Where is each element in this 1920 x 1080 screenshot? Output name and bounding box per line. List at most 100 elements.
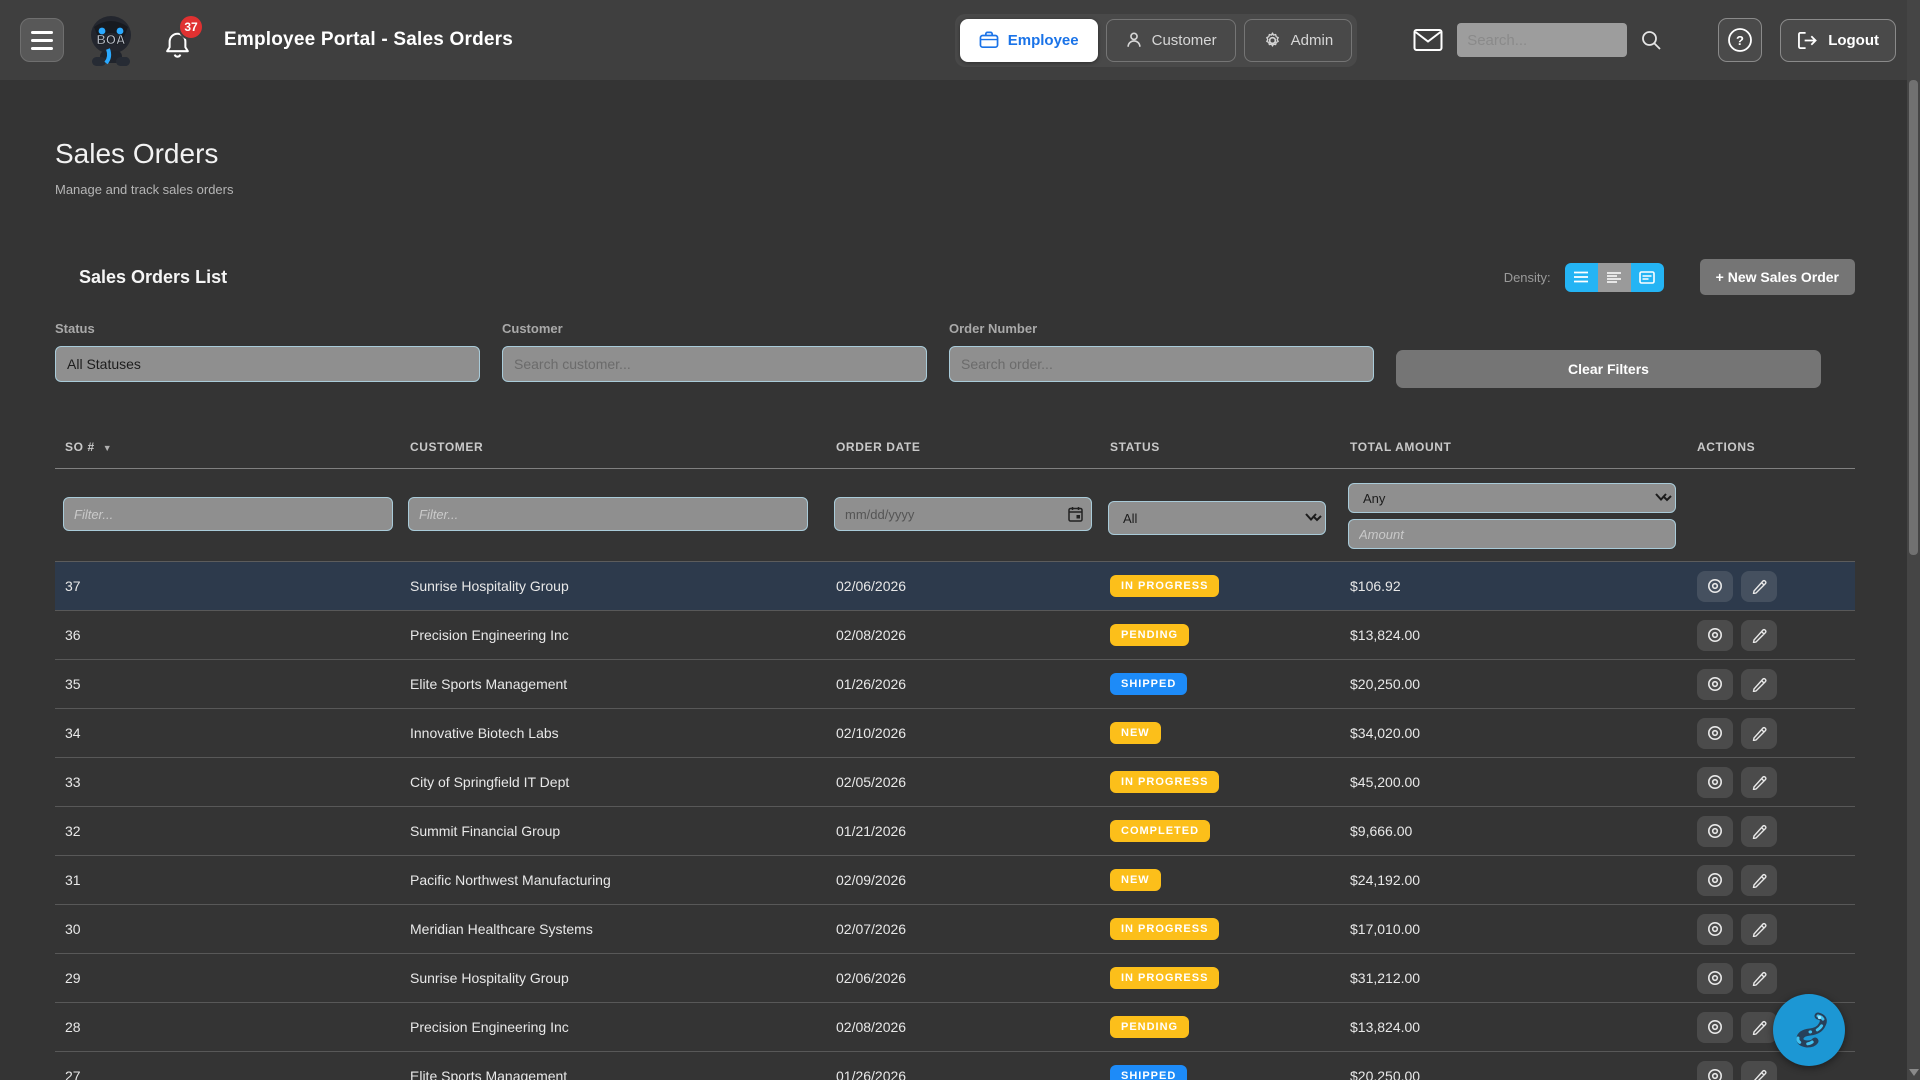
assistant-chat-fab[interactable] [1773,994,1845,1066]
density-compact-button[interactable] [1598,263,1631,292]
table-row[interactable]: 36Precision Engineering Inc02/08/2026PEN… [55,611,1855,660]
density-comfortable-button[interactable] [1565,263,1598,292]
amount-column-filter-input[interactable] [1348,519,1676,549]
view-order-button[interactable] [1697,963,1733,994]
clear-filters-button[interactable]: Clear Filters [1396,350,1821,388]
help-icon: ? [1727,27,1753,53]
view-icon [1706,921,1724,937]
cell-actions [1687,718,1855,749]
edit-icon [1751,921,1767,937]
table-row[interactable]: 28Precision Engineering Inc02/08/2026PEN… [55,1003,1855,1052]
status-filter-select[interactable]: All Statuses [55,346,480,382]
status-badge: SHIPPED [1110,673,1187,695]
edit-order-button[interactable] [1741,816,1777,847]
nav-tab-label: Admin [1291,32,1334,49]
cell-total-amount: $34,020.00 [1340,725,1687,741]
view-order-button[interactable] [1697,669,1733,700]
view-icon [1706,676,1724,692]
edit-order-button[interactable] [1741,767,1777,798]
cell-status: IN PROGRESS [1100,771,1340,793]
view-icon [1706,1019,1724,1035]
edit-order-button[interactable] [1741,914,1777,945]
table-row[interactable]: 34Innovative Biotech Labs02/10/2026NEW$3… [55,709,1855,758]
view-icon [1706,823,1724,839]
status-badge: COMPLETED [1110,820,1210,842]
notifications-bell[interactable]: 37 [164,18,198,62]
column-header-status[interactable]: STATUS [1100,440,1340,454]
amount-operator-filter-select[interactable]: Any [1348,483,1676,513]
cell-actions [1687,767,1855,798]
column-header-customer[interactable]: CUSTOMER [400,440,826,454]
cell-total-amount: $9,666.00 [1340,823,1687,839]
nav-tab-admin[interactable]: Admin [1244,19,1353,62]
table-filter-row: All Any [55,469,1855,562]
edit-order-button[interactable] [1741,963,1777,994]
cell-status: PENDING [1100,624,1340,646]
cell-order-date: 01/26/2026 [826,1068,1100,1080]
list-section-title: Sales Orders List [79,267,227,288]
edit-order-button[interactable] [1741,718,1777,749]
view-icon [1706,627,1724,643]
edit-order-button[interactable] [1741,865,1777,896]
view-order-button[interactable] [1697,1061,1733,1080]
nav-tab-customer[interactable]: Customer [1106,19,1236,62]
cell-status: SHIPPED [1100,1065,1340,1080]
table-row[interactable]: 29Sunrise Hospitality Group02/06/2026IN … [55,954,1855,1003]
order-number-filter-input[interactable] [949,346,1374,382]
edit-order-button[interactable] [1741,1061,1777,1080]
cell-customer: Elite Sports Management [400,676,826,692]
status-column-filter-select[interactable]: All [1108,501,1326,535]
cell-order-date: 01/26/2026 [826,676,1100,692]
cell-total-amount: $45,200.00 [1340,774,1687,790]
hamburger-menu-button[interactable] [20,18,64,62]
nav-tab-label: Customer [1152,32,1217,49]
table-row[interactable]: 31Pacific Northwest Manufacturing02/09/2… [55,856,1855,905]
cell-status: IN PROGRESS [1100,575,1340,597]
scrollbar-down-arrow[interactable] [1909,1069,1919,1076]
nav-tab-employee[interactable]: Employee [960,19,1098,62]
column-header-total-amount[interactable]: TOTAL AMOUNT [1340,440,1687,454]
customer-filter-input[interactable] [502,346,927,382]
table-row[interactable]: 32Summit Financial Group01/21/2026COMPLE… [55,807,1855,856]
cell-so-number: 37 [55,578,400,594]
table-row[interactable]: 27Elite Sports Management01/26/2026SHIPP… [55,1052,1855,1080]
global-search-input[interactable] [1457,23,1627,57]
view-order-button[interactable] [1697,914,1733,945]
help-button[interactable]: ? [1718,18,1762,62]
new-sales-order-button[interactable]: + New Sales Order [1700,259,1855,295]
edit-order-button[interactable] [1741,669,1777,700]
table-row[interactable]: 33City of Springfield IT Dept02/05/2026I… [55,758,1855,807]
customer-column-filter-input[interactable] [408,497,808,531]
view-order-button[interactable] [1697,767,1733,798]
density-card-button[interactable] [1631,263,1664,292]
status-badge: PENDING [1110,1016,1189,1038]
edit-order-button[interactable] [1741,1012,1777,1043]
table-row[interactable]: 35Elite Sports Management01/26/2026SHIPP… [55,660,1855,709]
view-order-button[interactable] [1697,718,1733,749]
cell-so-number: 34 [55,725,400,741]
table-row[interactable]: 30Meridian Healthcare Systems02/07/2026I… [55,905,1855,954]
table-row[interactable]: 37Sunrise Hospitality Group02/06/2026IN … [55,562,1855,611]
cell-total-amount: $31,212.00 [1340,970,1687,986]
cell-status: SHIPPED [1100,673,1340,695]
so-column-filter-input[interactable] [63,497,393,531]
edit-order-button[interactable] [1741,571,1777,602]
mail-icon[interactable] [1413,28,1443,52]
order-date-column-filter-input[interactable] [834,497,1092,531]
edit-order-button[interactable] [1741,620,1777,651]
scrollbar-thumb[interactable] [1909,80,1918,555]
page-subtitle: Manage and track sales orders [55,182,1855,197]
view-order-button[interactable] [1697,865,1733,896]
search-icon[interactable] [1640,29,1662,51]
view-order-button[interactable] [1697,816,1733,847]
view-order-button[interactable] [1697,620,1733,651]
view-order-button[interactable] [1697,1012,1733,1043]
gear-icon [1263,31,1282,50]
view-order-button[interactable] [1697,571,1733,602]
column-header-order-date[interactable]: ORDER DATE [826,440,1100,454]
cell-order-date: 02/07/2026 [826,921,1100,937]
logout-button[interactable]: Logout [1780,19,1896,62]
vertical-scrollbar[interactable] [1907,0,1920,1080]
column-header-so[interactable]: SO #▼ [55,440,400,454]
cell-order-date: 02/08/2026 [826,1019,1100,1035]
